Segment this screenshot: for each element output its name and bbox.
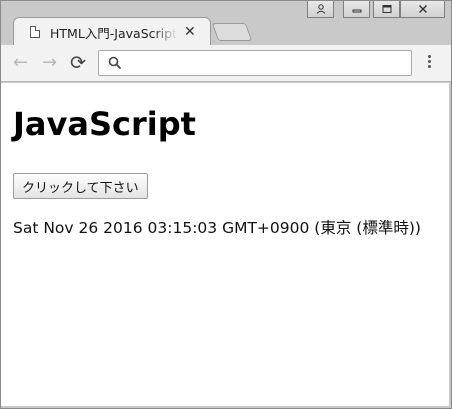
browser-window: HTML入門-JavaScriptの ✕ ← → ⟳ JavaScript クリ…: [0, 0, 452, 409]
search-icon: [108, 56, 122, 70]
page-heading: JavaScript: [13, 105, 196, 143]
maximize-button[interactable]: [373, 1, 400, 18]
forward-arrow-icon[interactable]: →: [42, 53, 57, 73]
search-input[interactable]: [127, 53, 407, 73]
close-window-button[interactable]: [400, 1, 445, 18]
window-controls: [304, 1, 445, 19]
reload-icon[interactable]: ⟳: [70, 53, 86, 73]
browser-toolbar: ← → ⟳: [1, 45, 451, 82]
browser-tab[interactable]: HTML入門-JavaScriptの ✕: [13, 17, 211, 45]
back-arrow-icon[interactable]: ←: [13, 53, 28, 73]
title-bar: HTML入門-JavaScriptの ✕: [1, 1, 451, 45]
more-vert-icon[interactable]: [423, 53, 435, 73]
page-content: JavaScript クリックして下さい Sat Nov 26 2016 03:…: [1, 83, 449, 406]
click-button[interactable]: クリックして下さい: [13, 173, 148, 199]
minimize-button[interactable]: [343, 1, 370, 18]
page-icon: [30, 26, 40, 38]
user-profile-button[interactable]: [307, 1, 334, 18]
tab-close-icon[interactable]: ✕: [184, 24, 196, 40]
close-icon: [418, 5, 427, 13]
minimize-icon: [352, 9, 361, 13]
user-icon: [316, 4, 325, 14]
address-bar[interactable]: [98, 50, 412, 76]
maximize-icon: [382, 5, 391, 13]
tab-title: HTML入門-JavaScriptの: [50, 25, 178, 41]
date-output: Sat Nov 26 2016 03:15:03 GMT+0900 (東京 (標…: [13, 219, 421, 237]
new-tab-button[interactable]: [211, 23, 253, 41]
